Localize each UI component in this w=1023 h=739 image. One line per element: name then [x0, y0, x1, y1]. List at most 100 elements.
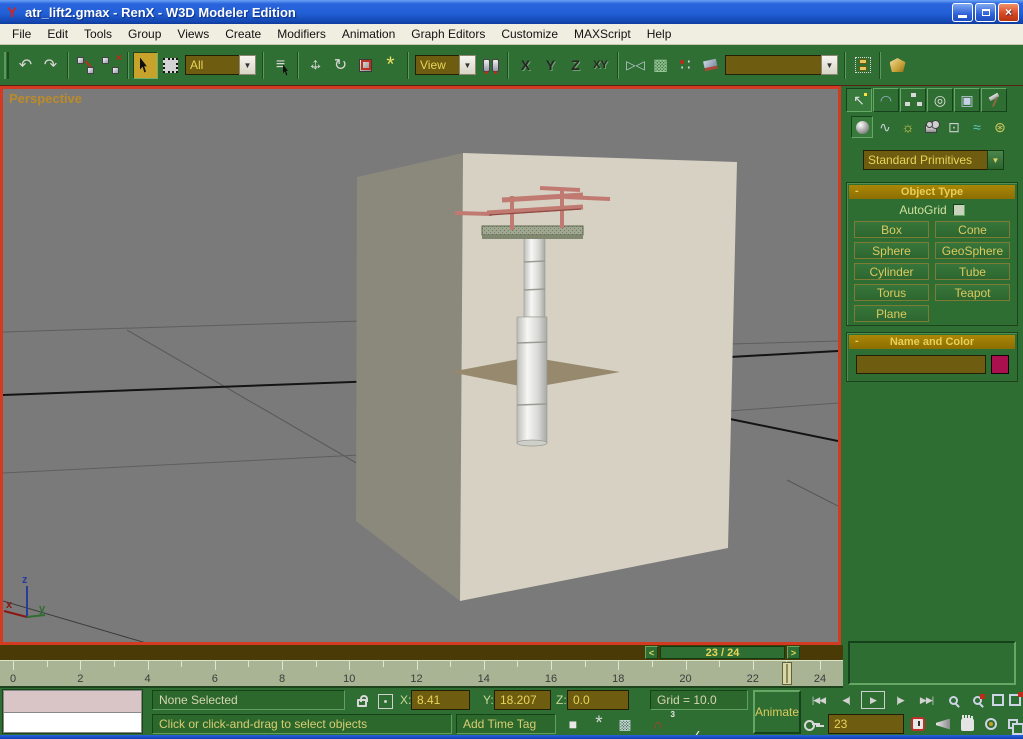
next-frame-step-button[interactable]: |▶ — [889, 690, 911, 710]
menu-file[interactable]: File — [4, 25, 39, 43]
object-type-torus-button[interactable]: Torus — [854, 284, 929, 301]
perspective-viewport[interactable]: Perspective — [0, 86, 841, 645]
menu-modifiers[interactable]: Modifiers — [269, 25, 334, 43]
named-selection-combo[interactable]: ▼ — [725, 55, 838, 75]
selection-filter-value[interactable]: All — [185, 55, 239, 75]
use-center-button[interactable] — [478, 52, 503, 79]
y-coord-field[interactable]: 18.207 — [494, 690, 551, 710]
autogrid-checkbox[interactable] — [953, 204, 965, 216]
object-type-cone-button[interactable]: Cone — [935, 221, 1010, 238]
viewport-label[interactable]: Perspective — [9, 91, 82, 106]
align-button[interactable]: ∷ — [673, 52, 698, 79]
unlink-selection-button[interactable]: × — [98, 52, 123, 79]
object-type-rollout-header[interactable]: - Object Type — [849, 185, 1015, 199]
frame-indicator[interactable]: 23 / 24 — [660, 646, 785, 659]
time-slider-handle[interactable] — [782, 662, 792, 685]
subtab-lights[interactable]: ☼ — [897, 116, 919, 138]
undo-button[interactable]: ↶ — [13, 52, 38, 79]
degradation-override-toggle[interactable]: * — [590, 714, 608, 734]
axis-constraint-xy[interactable]: XY — [588, 53, 613, 78]
prev-frame-button[interactable]: < — [645, 646, 658, 659]
redo-button[interactable]: ↷ — [38, 52, 63, 79]
object-type-teapot-button[interactable]: Teapot — [935, 284, 1010, 301]
selection-bracket-toggle[interactable]: ▩ — [616, 714, 634, 734]
reference-coordsys-combo[interactable]: View ▼ — [415, 55, 476, 75]
listener-script-field[interactable] — [3, 712, 142, 733]
mirror-button[interactable]: ▷◁ — [623, 52, 648, 79]
axis-constraint-x[interactable]: X — [513, 53, 538, 78]
go-to-end-button[interactable]: ▶▶| — [914, 690, 939, 710]
category-combo[interactable]: Standard Primitives ▼ — [863, 150, 1004, 170]
material-editor-button[interactable] — [885, 52, 910, 79]
name-color-rollout-header[interactable]: - Name and Color — [849, 335, 1015, 349]
selection-filter-combo[interactable]: All ▼ — [185, 55, 256, 75]
pan-view-button[interactable] — [958, 714, 976, 734]
named-selection-value[interactable] — [725, 55, 821, 75]
menu-help[interactable]: Help — [639, 25, 680, 43]
tab-display[interactable]: ▣ — [954, 88, 980, 112]
restore-button[interactable] — [975, 3, 996, 22]
title-bar[interactable]: Υ atr_lift2.gmax - RenX - W3D Modeler Ed… — [0, 0, 1023, 24]
subtab-geometry[interactable] — [851, 116, 873, 138]
zoom-extents-all-button[interactable] — [1007, 690, 1023, 710]
chevron-down-icon[interactable]: ▼ — [459, 55, 476, 75]
track-view-button[interactable] — [850, 52, 875, 79]
draft-render-toggle[interactable]: ■ — [564, 714, 582, 734]
x-coord-field[interactable]: 8.41 — [411, 690, 470, 710]
subtab-shapes[interactable]: ∿ — [874, 116, 896, 138]
object-name-field[interactable] — [856, 355, 986, 374]
coordsys-value[interactable]: View — [415, 55, 459, 75]
subtab-spacewarps[interactable]: ≈ — [966, 116, 988, 138]
z-coord-field[interactable]: 0.0 — [567, 690, 629, 710]
play-button[interactable]: ▶ — [861, 691, 885, 709]
menu-create[interactable]: Create — [217, 25, 269, 43]
animate-button[interactable]: Animate — [753, 690, 801, 734]
subtab-cameras[interactable] — [920, 116, 942, 138]
menu-group[interactable]: Group — [120, 25, 169, 43]
select-and-move-button[interactable]: ↔↕ — [303, 52, 328, 79]
subtab-helpers[interactable]: ⊡ — [943, 116, 965, 138]
selection-lock-toggle[interactable] — [353, 690, 371, 710]
object-type-cylinder-button[interactable]: Cylinder — [854, 263, 929, 280]
collapse-icon[interactable]: - — [855, 185, 859, 197]
min-max-toggle-button[interactable] — [1004, 714, 1022, 734]
object-type-box-button[interactable]: Box — [854, 221, 929, 238]
add-time-tag-field[interactable]: Add Time Tag — [456, 714, 556, 734]
zoom-extents-button[interactable] — [990, 690, 1006, 710]
tab-create[interactable]: ↖ — [846, 88, 872, 112]
set-key-button[interactable] — [802, 714, 822, 734]
object-type-tube-button[interactable]: Tube — [935, 263, 1010, 280]
toolbar-drag-handle[interactable] — [4, 52, 9, 79]
listener-macro-field[interactable] — [3, 690, 142, 712]
select-and-rotate-button[interactable]: ↻ — [328, 52, 353, 79]
previous-frame-button[interactable]: ◀| — [835, 690, 857, 710]
current-frame-field[interactable]: 23 — [828, 714, 904, 734]
time-configuration-button[interactable] — [908, 714, 928, 734]
track-bar[interactable]: < 23 / 24 > — [0, 645, 843, 660]
close-button[interactable]: × — [998, 3, 1019, 22]
category-value[interactable]: Standard Primitives — [863, 150, 987, 170]
menu-customize[interactable]: Customize — [493, 25, 566, 43]
object-type-plane-button[interactable]: Plane — [854, 305, 929, 322]
named-selection-edit-button[interactable] — [698, 52, 723, 79]
menu-edit[interactable]: Edit — [39, 25, 76, 43]
select-and-manipulate-button[interactable]: * — [378, 52, 403, 79]
chevron-down-icon[interactable]: ▼ — [239, 55, 256, 75]
object-type-sphere-button[interactable]: Sphere — [854, 242, 929, 259]
select-and-scale-button[interactable] — [353, 52, 378, 79]
select-by-name-button[interactable]: ≡ — [268, 52, 293, 79]
field-of-view-button[interactable] — [934, 714, 952, 734]
menu-animation[interactable]: Animation — [334, 25, 403, 43]
object-color-swatch[interactable] — [991, 355, 1009, 374]
select-and-link-button[interactable] — [73, 52, 98, 79]
axis-constraint-y[interactable]: Y — [538, 53, 563, 78]
go-to-start-button[interactable]: |◀◀ — [806, 690, 831, 710]
menu-tools[interactable]: Tools — [76, 25, 120, 43]
time-slider-ruler[interactable]: 024681012141618202224 — [0, 660, 843, 688]
object-type-geosphere-button[interactable]: GeoSphere — [935, 242, 1010, 259]
collapse-icon[interactable]: - — [855, 335, 859, 347]
tab-motion[interactable]: ◎ — [927, 88, 953, 112]
chevron-down-icon[interactable]: ▼ — [821, 55, 838, 75]
absolute-offset-toggle[interactable] — [376, 692, 394, 710]
menu-maxscript[interactable]: MAXScript — [566, 25, 639, 43]
